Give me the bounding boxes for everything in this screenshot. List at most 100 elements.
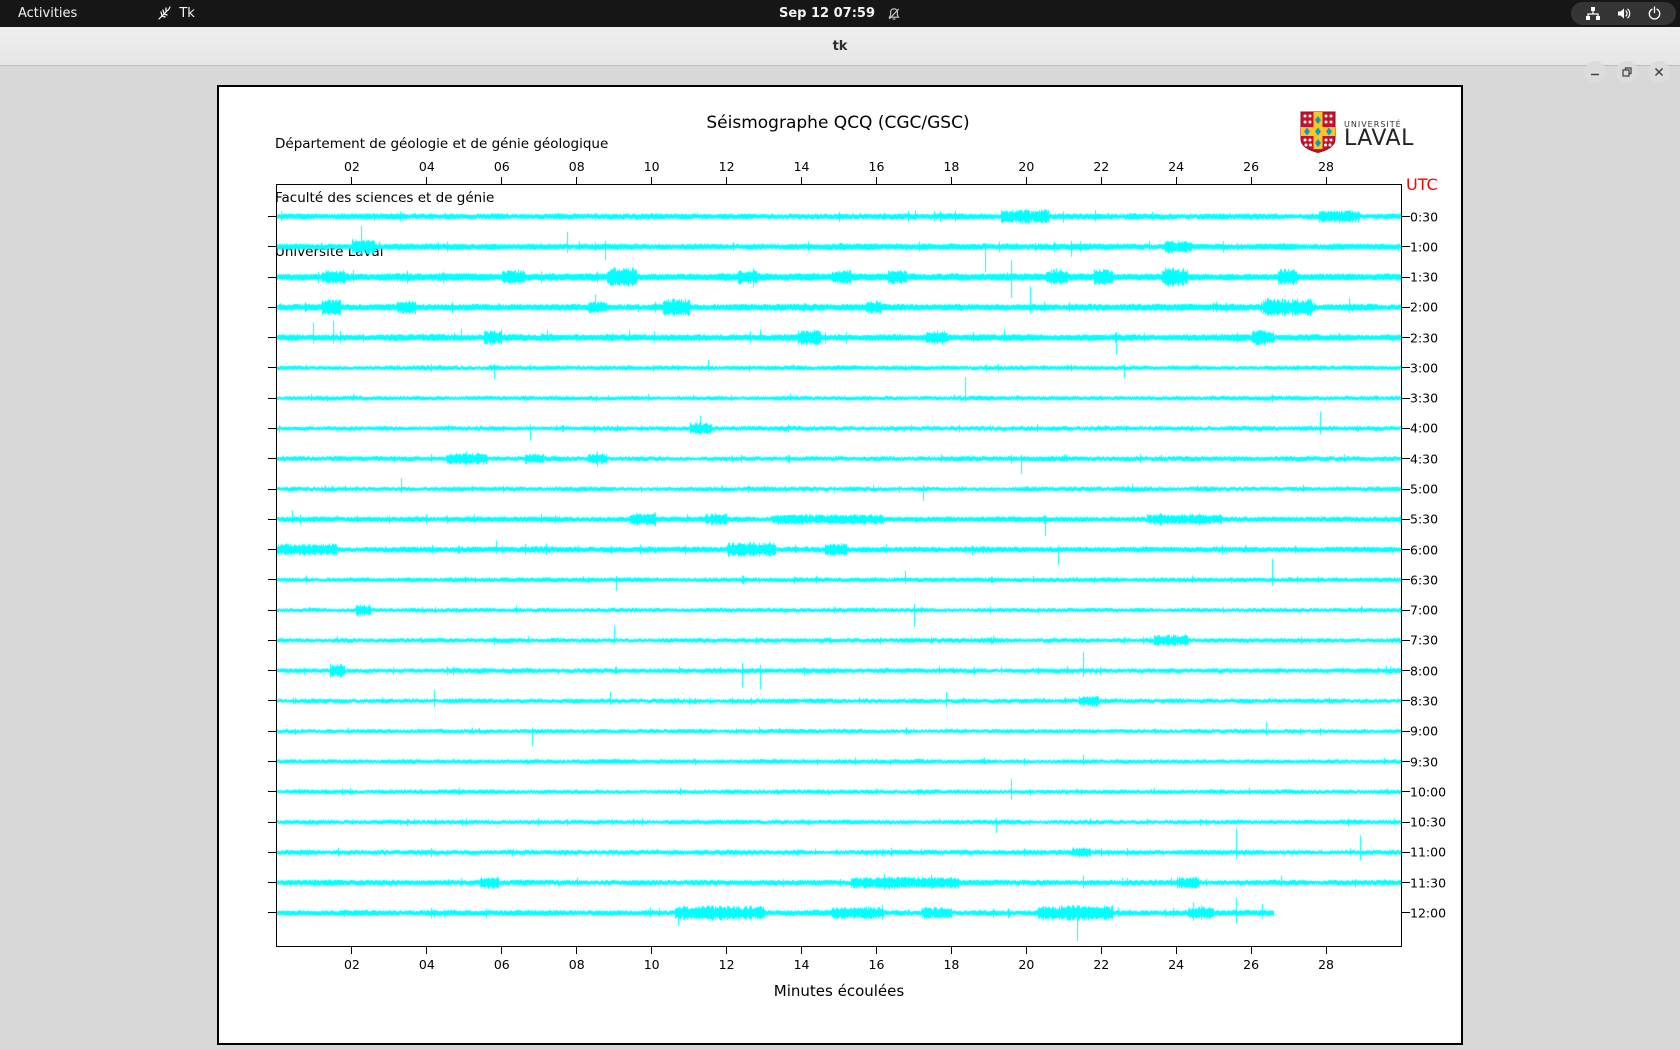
trace-tick-right bbox=[1402, 700, 1410, 701]
utc-label: UTC bbox=[1406, 175, 1438, 194]
maximize-button[interactable] bbox=[1616, 61, 1638, 83]
x-tick-top bbox=[1251, 177, 1252, 184]
chart-title: Séismographe QCQ (CGC/GSC) bbox=[276, 113, 1400, 133]
x-tick-top bbox=[426, 177, 427, 184]
x-tick-label-top: 08 bbox=[569, 159, 585, 174]
trace-tick-right bbox=[1402, 640, 1410, 641]
x-tick-top bbox=[1026, 177, 1027, 184]
x-tick-bottom bbox=[651, 947, 652, 954]
trace-tick-right bbox=[1402, 428, 1410, 429]
trace-tick-left bbox=[268, 307, 276, 308]
system-tray[interactable] bbox=[1571, 2, 1676, 25]
laval-shield-icon bbox=[1300, 111, 1336, 157]
clock-button[interactable]: Sep 12 07:59 bbox=[779, 6, 901, 21]
trace-tick-right bbox=[1402, 519, 1410, 520]
trace-tick-left bbox=[268, 670, 276, 671]
app-name: Tk bbox=[179, 6, 194, 21]
x-tick-label-bottom: 12 bbox=[719, 957, 735, 972]
x-tick-label-bottom: 28 bbox=[1318, 957, 1334, 972]
x-tick-label-bottom: 24 bbox=[1168, 957, 1184, 972]
x-tick-top bbox=[1326, 177, 1327, 184]
trace-tick-right bbox=[1402, 367, 1410, 368]
trace-row-label: 2:00 bbox=[1410, 300, 1438, 315]
trace-tick-left bbox=[268, 731, 276, 732]
x-tick-top bbox=[351, 177, 352, 184]
x-tick-bottom bbox=[1326, 947, 1327, 954]
maximize-icon bbox=[1621, 66, 1633, 78]
trace-row-label: 3:30 bbox=[1410, 391, 1438, 406]
x-tick-label-bottom: 26 bbox=[1243, 957, 1259, 972]
minimize-button[interactable] bbox=[1584, 61, 1606, 83]
x-tick-label-top: 04 bbox=[419, 159, 435, 174]
window-title: tk bbox=[0, 27, 1680, 65]
x-tick-top bbox=[876, 177, 877, 184]
x-tick-label-top: 02 bbox=[344, 159, 360, 174]
trace-tick-right bbox=[1402, 277, 1410, 278]
trace-row-label: 7:00 bbox=[1410, 603, 1438, 618]
trace-row-label: 11:00 bbox=[1410, 845, 1446, 860]
trace-tick-right bbox=[1402, 791, 1410, 792]
x-tick-top bbox=[501, 177, 502, 184]
x-tick-label-bottom: 10 bbox=[644, 957, 660, 972]
trace-tick-right bbox=[1402, 489, 1410, 490]
notifications-muted-icon bbox=[887, 7, 901, 21]
trace-tick-left bbox=[268, 367, 276, 368]
trace-tick-left bbox=[268, 761, 276, 762]
trace-tick-right bbox=[1402, 549, 1410, 550]
trace-tick-left bbox=[268, 912, 276, 913]
trace-tick-right bbox=[1402, 610, 1410, 611]
header-line-1: Département de géologie et de génie géol… bbox=[275, 135, 608, 153]
x-tick-label-bottom: 18 bbox=[943, 957, 959, 972]
x-tick-label-bottom: 04 bbox=[419, 957, 435, 972]
x-tick-label-top: 06 bbox=[494, 159, 510, 174]
x-tick-label-top: 28 bbox=[1318, 159, 1334, 174]
x-tick-label-top: 10 bbox=[644, 159, 660, 174]
logo-text: UNIVERSITÉ LAVAL bbox=[1344, 120, 1414, 149]
trace-tick-right bbox=[1402, 822, 1410, 823]
trace-tick-right bbox=[1402, 579, 1410, 580]
trace-tick-left bbox=[268, 610, 276, 611]
trace-tick-left bbox=[268, 791, 276, 792]
trace-row-label: 12:00 bbox=[1410, 905, 1446, 920]
trace-row-label: 8:30 bbox=[1410, 693, 1438, 708]
x-tick-label-bottom: 16 bbox=[869, 957, 885, 972]
power-icon bbox=[1647, 6, 1662, 21]
x-tick-bottom bbox=[501, 947, 502, 954]
trace-tick-right bbox=[1402, 246, 1410, 247]
trace-tick-right bbox=[1402, 458, 1410, 459]
x-tick-label-bottom: 08 bbox=[569, 957, 585, 972]
laval-logo: UNIVERSITÉ LAVAL bbox=[1300, 111, 1414, 157]
volume-icon bbox=[1616, 6, 1632, 21]
x-tick-label-top: 18 bbox=[943, 159, 959, 174]
x-tick-bottom bbox=[1176, 947, 1177, 954]
x-tick-label-top: 12 bbox=[719, 159, 735, 174]
logo-text-large: LAVAL bbox=[1344, 129, 1414, 149]
window-titlebar[interactable]: tk bbox=[0, 27, 1680, 66]
x-tick-bottom bbox=[1026, 947, 1027, 954]
trace-tick-left bbox=[268, 822, 276, 823]
trace-tick-right bbox=[1402, 670, 1410, 671]
x-tick-top bbox=[1101, 177, 1102, 184]
app-menu[interactable]: Tk bbox=[157, 6, 194, 21]
x-tick-bottom bbox=[951, 947, 952, 954]
trace-tick-left bbox=[268, 246, 276, 247]
trace-row-label: 9:30 bbox=[1410, 754, 1438, 769]
trace-row-label: 6:00 bbox=[1410, 542, 1438, 557]
close-button[interactable] bbox=[1648, 61, 1670, 83]
trace-tick-left bbox=[268, 882, 276, 883]
trace-tick-right bbox=[1402, 398, 1410, 399]
x-tick-label-bottom: 14 bbox=[794, 957, 810, 972]
x-tick-label-bottom: 06 bbox=[494, 957, 510, 972]
trace-tick-left bbox=[268, 337, 276, 338]
trace-row-label: 1:30 bbox=[1410, 270, 1438, 285]
trace-tick-right bbox=[1402, 761, 1410, 762]
seismograph-window: Département de géologie et de génie géol… bbox=[217, 85, 1463, 1045]
x-tick-bottom bbox=[801, 947, 802, 954]
desktop: { "topbar": { "activities": "Activities"… bbox=[0, 0, 1680, 1050]
x-tick-label-top: 14 bbox=[794, 159, 810, 174]
trace-row-label: 7:30 bbox=[1410, 633, 1438, 648]
trace-row-label: 2:30 bbox=[1410, 330, 1438, 345]
trace-tick-right bbox=[1402, 216, 1410, 217]
activities-button[interactable]: Activities bbox=[0, 0, 95, 27]
trace-tick-left bbox=[268, 398, 276, 399]
